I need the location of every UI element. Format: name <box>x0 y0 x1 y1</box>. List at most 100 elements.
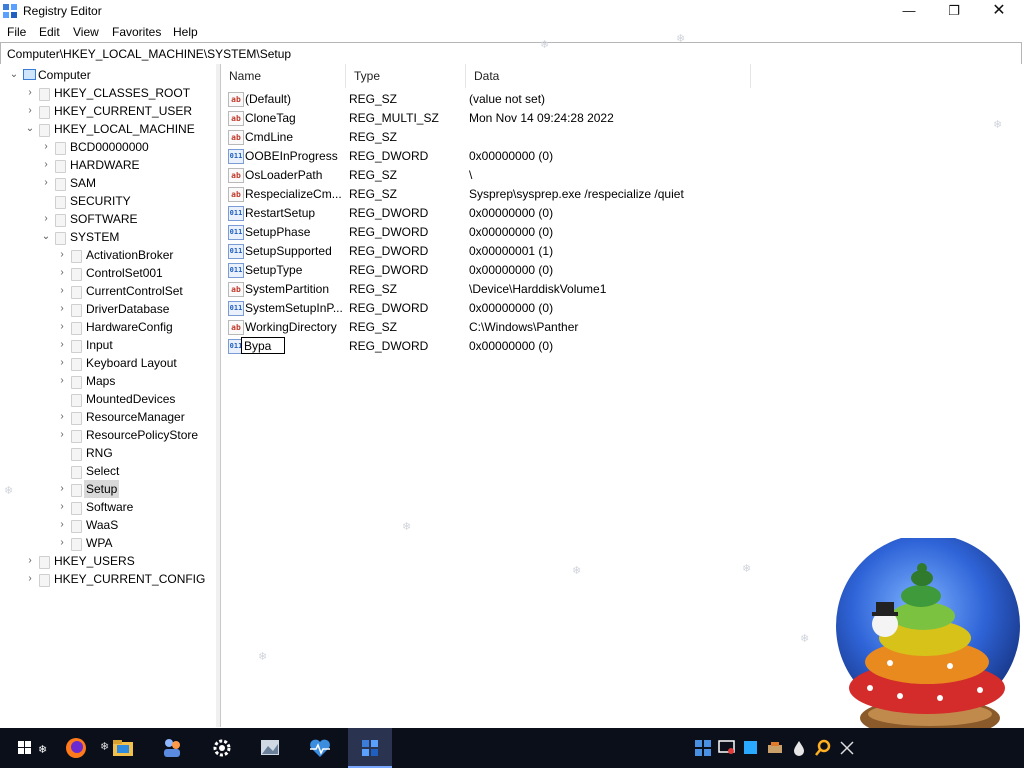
value-type: REG_DWORD <box>349 244 429 258</box>
registry-tree[interactable]: ⌄ Computer › HKEY_CLASSES_ROOT › HKEY_CURRENT… <box>0 64 217 727</box>
folder-icon <box>39 106 50 119</box>
tree-item-label: WaaS <box>86 518 119 532</box>
chevron-right-icon[interactable]: › <box>40 174 52 192</box>
tree-item-label: HKEY_CLASSES_ROOT <box>54 86 191 100</box>
value-type: REG_SZ <box>349 92 398 106</box>
value-row[interactable]: ab SystemPartition REG_SZ \Device\HarddiskV… <box>221 280 1021 299</box>
chevron-right-icon[interactable]: › <box>24 552 36 570</box>
value-row[interactable]: ab CmdLine REG_SZ <box>221 128 1021 147</box>
tree-item-label: Setup <box>84 480 120 498</box>
chevron-right-icon[interactable]: › <box>56 246 68 264</box>
tiles-icon[interactable] <box>694 739 712 757</box>
value-data: 0x00000000 (0) <box>469 263 554 277</box>
chevron-right-icon[interactable]: › <box>56 498 68 516</box>
chevron-right-icon[interactable]: › <box>56 282 68 300</box>
string-value-icon: ab <box>228 111 244 126</box>
value-row[interactable]: 011REG_DWORD0x00000000 (0) <box>221 337 1021 356</box>
tree-item-label: WPA <box>86 536 113 550</box>
column-header-name[interactable]: Name <box>221 64 346 88</box>
folder-icon <box>71 430 82 443</box>
tree-item-label: Software <box>86 500 134 514</box>
chevron-right-icon[interactable]: › <box>56 318 68 336</box>
folder-icon <box>71 304 82 317</box>
photos-icon <box>261 740 279 755</box>
menu-file[interactable]: File <box>7 25 26 39</box>
value-row[interactable]: ab CloneTag REG_MULTI_SZ Mon Nov 14 09:24:2… <box>221 109 1021 128</box>
chevron-right-icon[interactable]: › <box>40 156 52 174</box>
value-row[interactable]: 011 SetupSupported REG_DWORD 0x00000001 (1) <box>221 242 1021 261</box>
taskbar-file-explorer[interactable]: ❄ <box>100 728 140 768</box>
folder-icon <box>55 142 66 155</box>
value-name: (Default) <box>245 92 292 106</box>
taskbar-photos[interactable] <box>250 728 290 768</box>
value-row[interactable]: ab WorkingDirectory REG_SZ C:\Windows\Panth… <box>221 318 1021 337</box>
chevron-right-icon[interactable]: › <box>56 264 68 282</box>
close-button[interactable]: ✕ <box>976 0 1022 22</box>
tree-item-label: Input <box>86 338 113 352</box>
value-row[interactable]: ab OsLoaderPath REG_SZ \ <box>221 166 1021 185</box>
window-title: Registry Editor <box>23 4 102 18</box>
taskbar-health-app[interactable] <box>300 728 340 768</box>
chevron-down-icon[interactable]: ⌄ <box>40 228 52 246</box>
value-row[interactable]: 011 RestartSetup REG_DWORD 0x00000000 (0) <box>221 204 1021 223</box>
chevron-right-icon[interactable]: › <box>40 138 52 156</box>
taskbar-registry-editor[interactable] <box>348 728 392 768</box>
firefox-icon <box>66 738 86 758</box>
minimize-button[interactable]: — <box>886 0 932 22</box>
taskbar-settings[interactable] <box>202 728 242 768</box>
column-header-data[interactable]: Data <box>466 64 751 88</box>
snow-globe-decoration <box>836 538 1020 728</box>
search-tool-icon[interactable] <box>814 739 832 757</box>
chevron-right-icon[interactable]: › <box>56 300 68 318</box>
drop-icon[interactable] <box>790 739 808 757</box>
chevron-right-icon[interactable]: › <box>56 480 68 498</box>
display-icon[interactable] <box>718 739 736 757</box>
chevron-right-icon[interactable]: › <box>40 210 52 228</box>
chevron-down-icon[interactable]: ⌄ <box>8 66 20 84</box>
column-header-type[interactable]: Type <box>346 64 466 88</box>
chevron-right-icon[interactable]: › <box>56 336 68 354</box>
menu-edit[interactable]: Edit <box>39 25 60 39</box>
chevron-right-icon[interactable]: › <box>56 534 68 552</box>
value-row[interactable]: ab (Default) REG_SZ (value not set) <box>221 90 1021 109</box>
chevron-right-icon[interactable]: › <box>56 408 68 426</box>
menu-favorites[interactable]: Favorites <box>112 25 161 39</box>
chevron-right-icon[interactable]: › <box>24 102 36 120</box>
taskbar-people-app[interactable] <box>152 728 192 768</box>
menu-help[interactable]: Help <box>173 25 198 39</box>
menu-view[interactable]: View <box>73 25 99 39</box>
chevron-right-icon[interactable]: › <box>24 84 36 102</box>
tools-icon[interactable] <box>766 739 784 757</box>
maximize-button[interactable]: ❐ <box>931 0 977 22</box>
chevron-right-icon[interactable]: › <box>56 354 68 372</box>
tree-item-label: ControlSet001 <box>86 266 163 280</box>
network-icon[interactable] <box>838 739 856 757</box>
string-value-icon: ab <box>228 187 244 202</box>
chevron-right-icon[interactable]: › <box>56 426 68 444</box>
taskbar-firefox[interactable] <box>56 728 96 768</box>
address-bar[interactable]: Computer\HKEY_LOCAL_MACHINE\SYSTEM\Setup <box>0 42 1022 65</box>
string-value-icon: ab <box>228 320 244 335</box>
value-row[interactable]: 011 SetupType REG_DWORD 0x00000000 (0) <box>221 261 1021 280</box>
string-value-icon: ab <box>228 282 244 297</box>
tree-item-label: SECURITY <box>70 194 131 208</box>
folder-icon <box>71 412 82 425</box>
folder-icon <box>71 520 82 533</box>
chevron-down-icon[interactable]: ⌄ <box>24 120 36 138</box>
address-path[interactable]: Computer\HKEY_LOCAL_MACHINE\SYSTEM\Setup <box>7 47 291 61</box>
folder-icon <box>71 358 82 371</box>
value-name: SystemPartition <box>245 282 330 296</box>
value-row[interactable]: 011 OOBEInProgress REG_DWORD 0x00000000 (0) <box>221 147 1021 166</box>
binary-value-icon: 011 <box>228 206 244 221</box>
rename-input[interactable] <box>241 337 285 354</box>
start-button[interactable]: ❄ <box>12 728 52 768</box>
window-icon[interactable] <box>742 739 760 757</box>
chevron-right-icon[interactable]: › <box>24 570 36 588</box>
value-row[interactable]: ab RespecializeCm... REG_SZ Sysprep\sysprep… <box>221 185 1021 204</box>
value-type: REG_SZ <box>349 168 398 182</box>
chevron-right-icon[interactable]: › <box>56 516 68 534</box>
chevron-right-icon[interactable]: › <box>56 372 68 390</box>
value-name: SetupPhase <box>245 225 311 239</box>
value-row[interactable]: 011 SetupPhase REG_DWORD 0x00000000 (0) <box>221 223 1021 242</box>
value-row[interactable]: 011 SystemSetupInP... REG_DWORD 0x00000000 … <box>221 299 1021 318</box>
